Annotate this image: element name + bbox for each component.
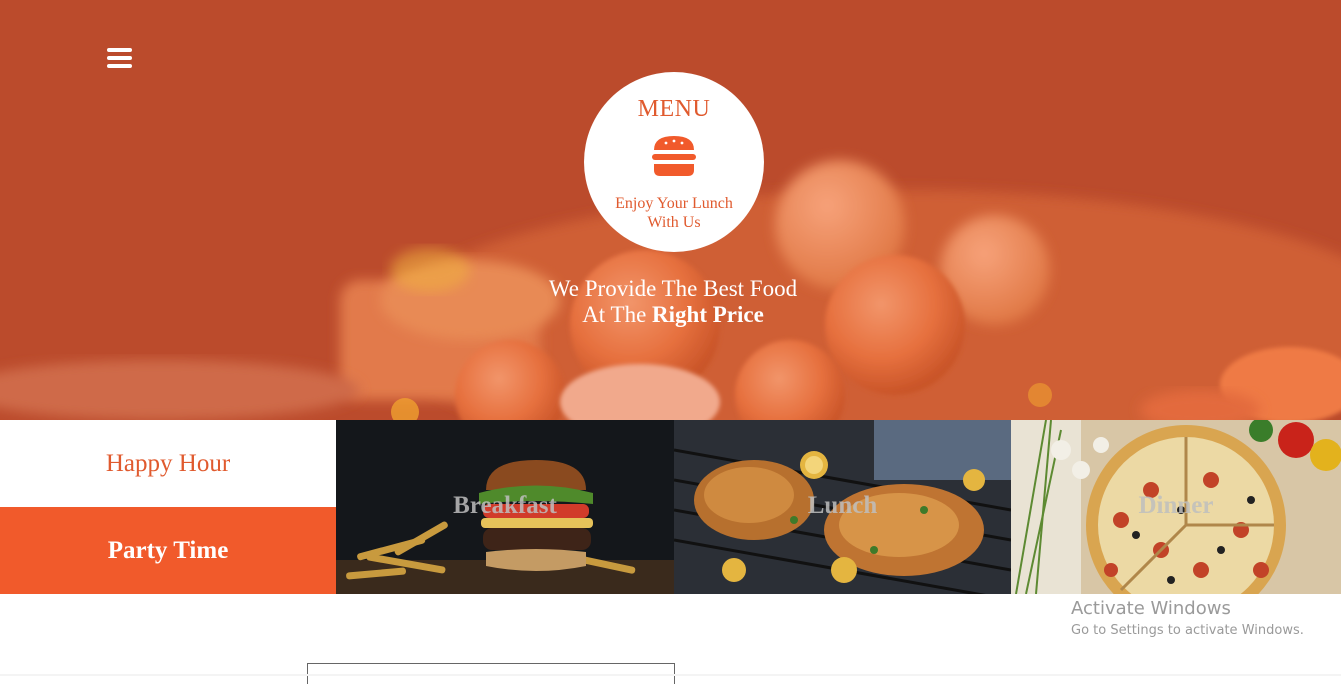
activate-windows-watermark: Activate Windows Go to Settings to activ… [1071, 598, 1304, 640]
headline-prefix: At The [582, 302, 653, 327]
breakfast-tile[interactable]: Breakfast [336, 420, 674, 594]
logo-tagline: Enjoy Your Lunch With Us [615, 195, 733, 231]
headline-line-2: At The Right Price [470, 302, 876, 328]
dinner-tile[interactable]: Dinner [1011, 420, 1341, 594]
hamburger-line [107, 56, 132, 60]
breakfast-label: Breakfast [453, 492, 557, 519]
hamburger-menu-icon [107, 48, 132, 52]
menu-logo[interactable]: MENU Enjoy Your Lunch With Us [584, 72, 764, 252]
hamburger-menu-button[interactable] [107, 48, 132, 70]
activate-windows-subtitle: Go to Settings to activate Windows. [1071, 623, 1304, 638]
happy-hour-button[interactable]: Happy Hour [0, 420, 336, 507]
dinner-label: Dinner [1138, 492, 1214, 519]
burger-icon [652, 136, 696, 176]
lunch-label: Lunch [807, 492, 878, 519]
party-time-label: Party Time [107, 536, 229, 564]
hero-banner: MENU Enjoy Your Lunch With Us We Provide… [0, 0, 1341, 420]
hamburger-line [107, 64, 132, 68]
headline-line-1: We Provide The Best Food [548, 276, 798, 301]
logo-title: MENU [637, 96, 711, 122]
party-time-button[interactable]: Party Time [0, 507, 336, 594]
hero-headline: We Provide The Best Food At The Right Pr… [470, 276, 876, 328]
activate-windows-title: Activate Windows [1071, 598, 1231, 619]
happy-hour-label: Happy Hour [105, 449, 231, 477]
lunch-tile[interactable]: Lunch [674, 420, 1011, 594]
headline-highlight: Right Price [652, 302, 764, 327]
